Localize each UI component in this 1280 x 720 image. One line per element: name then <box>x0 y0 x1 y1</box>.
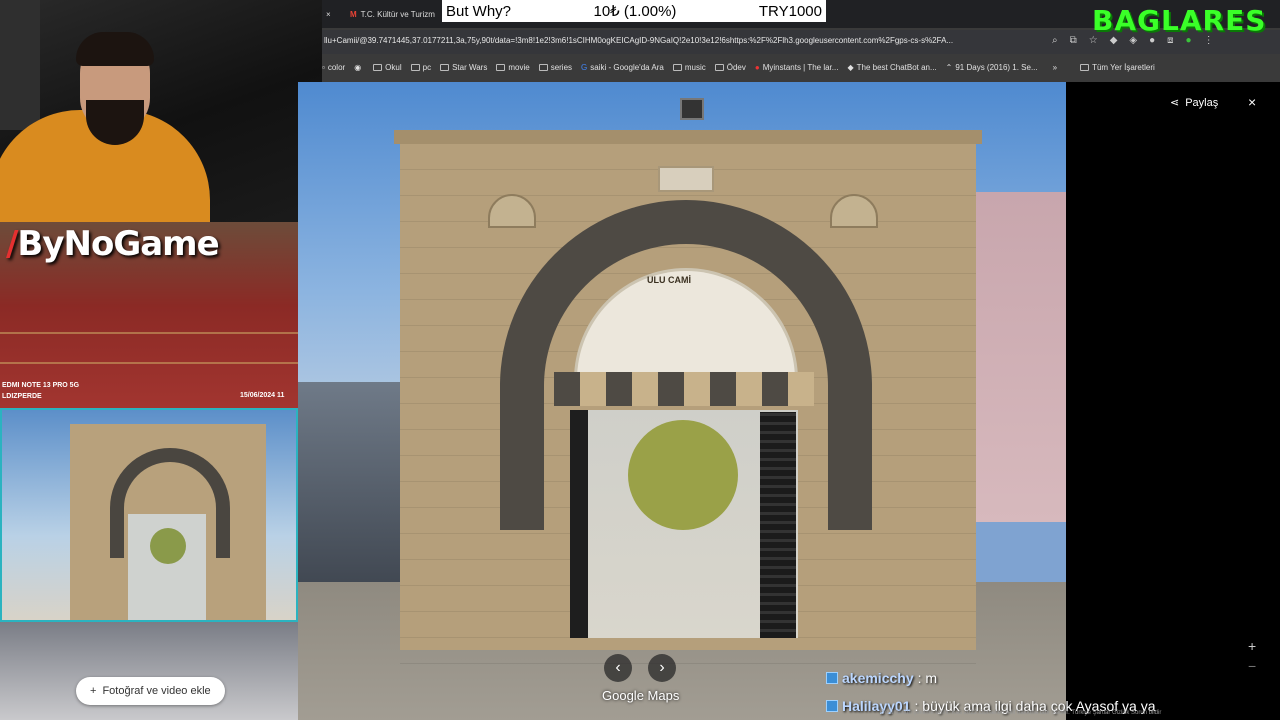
google-icon: G <box>581 62 588 72</box>
bookmark-chatbot[interactable]: ◆ The best ChatBot an... <box>847 63 936 72</box>
chat-badge-icon <box>826 672 838 684</box>
sponsor-logo: /ByNoGame <box>6 224 220 264</box>
bookmark-saiki[interactable]: Gsaiki - Google'da Ara <box>581 63 664 72</box>
channel-name: BAGLARES <box>1092 4 1267 37</box>
donation-amount: 10₺ (1.00%) <box>593 3 677 20</box>
folder-icon <box>496 63 506 71</box>
add-photo-button[interactable]: + Fotoğraf ve video ekle <box>76 677 225 705</box>
bookmark-pc[interactable]: pc <box>410 63 431 72</box>
chevron-left-icon: ‹ <box>615 659 621 676</box>
bookmarks-bar: ▫ color ◉ Okul pc Star Wars movie series … <box>322 56 1280 78</box>
chevron-right-icon: › <box>659 659 665 676</box>
right-door-leaf <box>760 412 796 638</box>
add-photo-label: Fotoğraf ve video ekle <box>102 685 211 697</box>
courtyard-tree <box>628 420 738 530</box>
folder-icon <box>410 63 420 71</box>
striped-lintel <box>554 372 814 406</box>
prev-photo-button[interactable]: ‹ <box>604 654 632 682</box>
bookmark-movie[interactable]: movie <box>496 63 530 72</box>
left-door-leaf <box>570 410 588 638</box>
left-building <box>298 382 408 592</box>
bookmark-okul[interactable]: Okul <box>373 63 402 72</box>
bookmark-star-wars[interactable]: Star Wars <box>440 63 487 72</box>
install-icon[interactable]: ⧉ <box>1070 35 1077 46</box>
bookmark-series[interactable]: series <box>538 63 572 72</box>
folder-icon <box>714 63 724 71</box>
bookmark-odev[interactable]: Ödev <box>714 63 746 72</box>
thumbnail-tree <box>150 528 186 564</box>
photo-thumbnail-2[interactable]: + Fotoğraf ve video ekle <box>0 622 298 720</box>
chat-message: akemicchy : m <box>826 670 937 686</box>
donation-goal: TRY1000 <box>758 2 822 20</box>
donation-goal-bar: But Why? 10₺ (1.00%) TRY1000 <box>442 0 826 22</box>
folder-icon <box>672 63 682 71</box>
anime-icon: ⌃ <box>945 62 953 72</box>
share-icon: ⋖ <box>1170 97 1180 109</box>
plus-icon: + <box>90 685 97 697</box>
folder-icon <box>440 63 450 71</box>
lamp <box>680 98 704 120</box>
chat-text: : m <box>917 670 938 686</box>
zoom-in-button[interactable]: + <box>1248 638 1256 654</box>
sponsor-panel: /ByNoGame EDMI NOTE 13 PRO 5G LDIZPERDE … <box>0 222 298 408</box>
folder-icon <box>1080 63 1090 71</box>
bookmark-myinstants[interactable]: ● Myinstants | The lar... <box>755 63 839 72</box>
myinstants-icon: ● <box>754 62 760 72</box>
close-button[interactable]: × <box>1248 94 1256 110</box>
arch-inscription: ULU CAMİ <box>647 275 691 285</box>
streamer-hair <box>76 32 154 66</box>
github-icon: ◉ <box>354 62 362 72</box>
bookmark-github[interactable]: ◉ <box>354 63 364 72</box>
all-bookmarks-button[interactable]: Tüm Yer İşaretleri <box>1080 63 1155 72</box>
page-icon: ▫ <box>322 62 325 72</box>
google-maps-label: Google Maps <box>602 688 680 703</box>
tab-close-button[interactable]: × <box>326 4 331 24</box>
tab-culture-ministry[interactable]: M T.C. Kültür ve Turizm <box>350 4 435 24</box>
chat-badge-icon <box>826 700 838 712</box>
shelf-image <box>0 0 40 130</box>
chat-username: akemicchy <box>842 670 914 686</box>
chatbot-icon: ◆ <box>847 62 854 72</box>
top-inscription <box>658 166 714 192</box>
gmail-icon: M <box>350 9 357 19</box>
folder-icon <box>538 63 548 71</box>
street-view-panorama[interactable]: ULU CAMİ ‹ › Google Maps <box>298 82 1066 720</box>
zoom-out-button[interactable]: − <box>1248 658 1256 674</box>
camera-source-caption: LDIZPERDE <box>2 393 42 400</box>
photo-thumbnail[interactable] <box>0 408 298 622</box>
bookmark-91days[interactable]: ⌃ 91 Days (2016) 1. Se... <box>946 63 1038 72</box>
next-photo-button[interactable]: › <box>648 654 676 682</box>
bookmark-music[interactable]: music <box>672 63 706 72</box>
zoom-icon[interactable]: ⌕ <box>1052 35 1058 46</box>
donation-title: But Why? <box>446 2 512 20</box>
camera-model-caption: EDMI NOTE 13 PRO 5G <box>2 382 80 389</box>
url-text[interactable]: llu+Camii/@39.7471445,37.0177211,3a,75y,… <box>324 36 1034 45</box>
street-view-side-panel: ⋖ Paylaş × + − <box>1066 82 1280 720</box>
bookmarks-more-button[interactable]: » <box>1053 63 1057 72</box>
maps-footer: Görüntünün çekilme tarihi: Kas 2022 Görs… <box>880 710 1162 716</box>
camera-date-caption: 15/06/2024 11 <box>240 392 285 399</box>
folder-icon <box>373 63 383 71</box>
webcam-feed <box>0 0 322 222</box>
share-button[interactable]: ⋖ Paylaş <box>1170 96 1218 110</box>
bookmark-color[interactable]: ▫ color <box>322 63 345 72</box>
